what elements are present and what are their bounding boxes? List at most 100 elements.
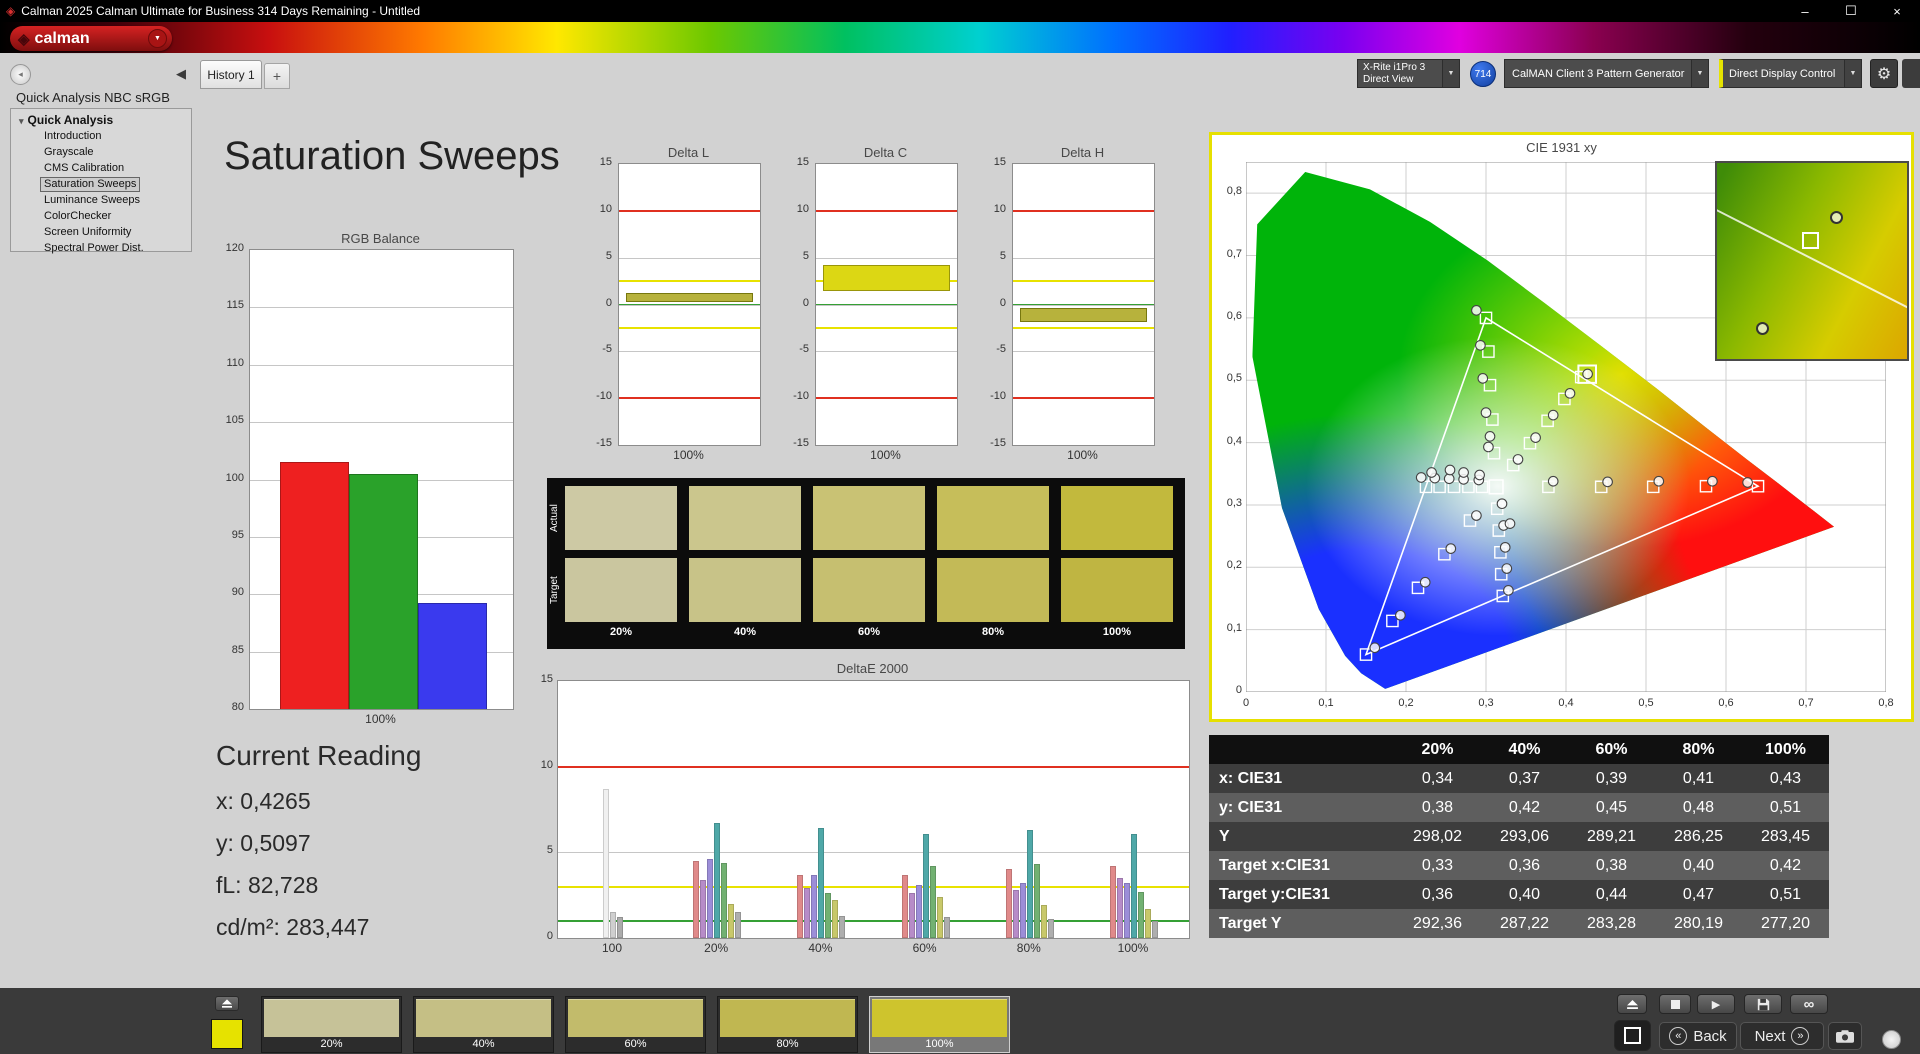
- gridline: [1013, 351, 1154, 353]
- table-cell: 298,02: [1413, 827, 1462, 845]
- table-cell: 0,38: [1421, 798, 1454, 816]
- sidebar-item-colorchecker[interactable]: ColorChecker: [11, 209, 191, 225]
- calman-logo-menu[interactable]: ◈ calman ▼: [10, 26, 172, 51]
- pattern-eject-mini-button[interactable]: [215, 996, 239, 1011]
- pattern-patch-label: 60%: [624, 1038, 647, 1050]
- swatch-target-40%: [689, 558, 801, 622]
- deltae-bar: [1152, 920, 1158, 938]
- reference-line: [619, 209, 760, 212]
- y-tick-label: 0: [605, 296, 612, 309]
- current-reading-title: Current Reading: [216, 740, 422, 771]
- tree-root[interactable]: ▾ Quick Analysis: [11, 112, 191, 129]
- deltae-bar: [1040, 905, 1047, 938]
- sidebar-collapse-icon[interactable]: ◀: [176, 66, 186, 82]
- sidebar-item-label: Introduction: [44, 130, 102, 142]
- next-chevron-icon: »: [1791, 1027, 1810, 1045]
- table-cell: 0,36: [1421, 885, 1454, 903]
- active-pattern-swatch[interactable]: [211, 1019, 243, 1049]
- cie-1931-title: CIE 1931 xy: [1526, 140, 1597, 155]
- sidebar-item-grayscale[interactable]: Grayscale: [11, 145, 191, 161]
- y-tick-label: -10: [793, 390, 809, 403]
- chevron-down-icon[interactable]: ▼: [1844, 60, 1861, 87]
- y-tick-label: 5: [999, 249, 1006, 262]
- delta_c-bar: [823, 265, 950, 292]
- pattern-patch-40%[interactable]: 40%: [413, 996, 554, 1053]
- y-tick-label: 0: [802, 296, 809, 309]
- sidebar-item-label: ColorChecker: [44, 210, 112, 222]
- reference-line: [619, 397, 760, 400]
- deltae-bar: [1019, 883, 1026, 938]
- minimize-button[interactable]: –: [1782, 0, 1828, 22]
- logo-dropdown-icon[interactable]: ▼: [148, 29, 167, 48]
- y-tick-label: 0,2: [1226, 559, 1242, 572]
- sidebar-item-spectral-power-dist-[interactable]: Spectral Power Dist.: [11, 241, 191, 257]
- pattern-generator-dropdown[interactable]: CalMAN Client 3 Pattern Generator ▼: [1504, 59, 1709, 88]
- y-tick-label: 100: [225, 471, 244, 484]
- table-cell: 283,28: [1587, 914, 1636, 932]
- pattern-patch-color: [872, 999, 1007, 1037]
- screenshot-button[interactable]: [1828, 1022, 1862, 1050]
- stop-button[interactable]: [1659, 994, 1691, 1014]
- app-icon: ◈: [6, 4, 16, 18]
- chevron-down-icon[interactable]: ▼: [1691, 60, 1708, 87]
- sidebar-item-screen-uniformity[interactable]: Screen Uniformity: [11, 225, 191, 241]
- x-tick-label: 0: [1242, 697, 1250, 709]
- titlebar: ◈ Calman 2025 Calman Ultimate for Busine…: [0, 0, 1920, 22]
- deltae-bar: [1047, 919, 1054, 938]
- deltae-2000-title: DeltaE 2000: [836, 661, 909, 676]
- deltae-bar: [825, 893, 832, 938]
- continuous-measure-button[interactable]: ∞: [1790, 994, 1828, 1014]
- pattern-patch-80%[interactable]: 80%: [717, 996, 858, 1053]
- sidebar-item-introduction[interactable]: Introduction: [11, 129, 191, 145]
- pattern-window-button[interactable]: [1614, 1020, 1651, 1051]
- y-tick-label: 15: [796, 156, 809, 168]
- tab-history-1[interactable]: History 1: [200, 60, 262, 89]
- settings-gear-button[interactable]: ⚙: [1870, 59, 1898, 88]
- gridline: [250, 422, 513, 424]
- round-indicator-button[interactable]: [1882, 1030, 1901, 1049]
- swatch-actual-60%: [813, 486, 925, 550]
- chevron-down-icon[interactable]: ▼: [1442, 60, 1459, 87]
- edge-flyout-tab[interactable]: [1902, 59, 1920, 88]
- eject-button[interactable]: [1617, 994, 1647, 1014]
- y-tick-label: 5: [802, 249, 809, 262]
- sidebar-item-saturation-sweeps[interactable]: Saturation Sweeps: [11, 177, 191, 193]
- pattern-patch-60%[interactable]: 60%: [565, 996, 706, 1053]
- play-button[interactable]: ▶: [1697, 994, 1735, 1014]
- table-row-label: Y: [1219, 827, 1230, 845]
- deltae-bar: [728, 903, 735, 938]
- add-tab-button[interactable]: +: [264, 63, 290, 89]
- meter-dropdown[interactable]: X-Rite i1Pro 3 Direct View ▼: [1357, 59, 1460, 88]
- x-tick-label: 0,2: [1398, 697, 1414, 709]
- x-tick-label: 0,6: [1718, 697, 1734, 709]
- inset-measured-circle: [1755, 322, 1769, 336]
- save-button[interactable]: [1744, 994, 1782, 1014]
- deltae-bar: [1131, 833, 1137, 938]
- sidebar-item-luminance-sweeps[interactable]: Luminance Sweeps: [11, 193, 191, 209]
- maximize-button[interactable]: ☐: [1828, 0, 1874, 22]
- gridline: [816, 257, 957, 259]
- delta-c-title: Delta C: [863, 145, 908, 160]
- save-icon: [1757, 998, 1769, 1010]
- table-cell: 0,41: [1682, 769, 1715, 787]
- infinity-icon: ∞: [1803, 995, 1815, 1013]
- x-tick-label: 0,4: [1558, 697, 1574, 709]
- swatch-target-60%: [813, 558, 925, 622]
- x-tick-label: 0,1: [1318, 697, 1334, 709]
- tree-expander-icon[interactable]: ▾: [19, 116, 24, 126]
- pattern-patch-100%[interactable]: 100%: [869, 996, 1010, 1053]
- nav-back-button[interactable]: ◂: [10, 64, 31, 85]
- next-button[interactable]: Next »: [1740, 1022, 1824, 1050]
- back-button[interactable]: « Back: [1659, 1022, 1737, 1050]
- pattern-patch-label: 100%: [925, 1038, 954, 1050]
- rgb-balance-chart: [249, 249, 514, 710]
- current-reading-x: x: 0,4265: [216, 788, 311, 814]
- sidebar-item-cms-calibration[interactable]: CMS Calibration: [11, 161, 191, 177]
- deltae-bar: [1033, 864, 1040, 938]
- pattern-patch-20%[interactable]: 20%: [261, 996, 402, 1053]
- table-cell: 0,45: [1595, 798, 1628, 816]
- display-control-dropdown[interactable]: Direct Display Control ▼: [1719, 59, 1862, 88]
- x-tick-label: 80%: [1016, 941, 1041, 955]
- close-button[interactable]: ×: [1874, 0, 1920, 22]
- meter-count-badge: 714: [1470, 61, 1496, 87]
